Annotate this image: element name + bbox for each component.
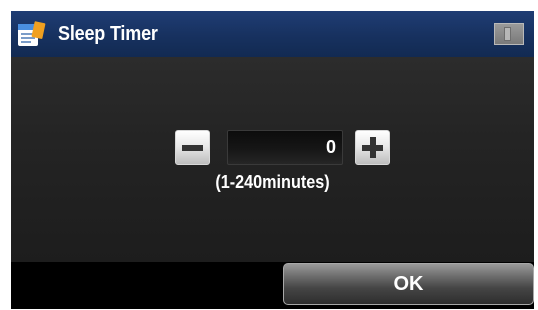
sleep-timer-screen: Sleep Timer 0 (1-240minutes) OK	[11, 11, 534, 309]
settings-document-icon	[18, 21, 46, 46]
decrease-button[interactable]	[175, 130, 210, 165]
ok-button[interactable]: OK	[283, 263, 534, 305]
footer-bar: OK	[11, 262, 534, 309]
title-bar: Sleep Timer	[11, 11, 534, 57]
timer-panel: 0 (1-240minutes)	[11, 57, 534, 262]
minus-icon	[182, 145, 203, 151]
memory-card-icon	[494, 23, 524, 45]
range-hint: (1-240minutes)	[215, 172, 330, 192]
page-title: Sleep Timer	[58, 23, 158, 45]
timer-value-field[interactable]: 0	[227, 130, 343, 165]
increase-button[interactable]	[355, 130, 390, 165]
timer-stepper: 0	[175, 130, 390, 165]
plus-icon	[370, 137, 376, 158]
